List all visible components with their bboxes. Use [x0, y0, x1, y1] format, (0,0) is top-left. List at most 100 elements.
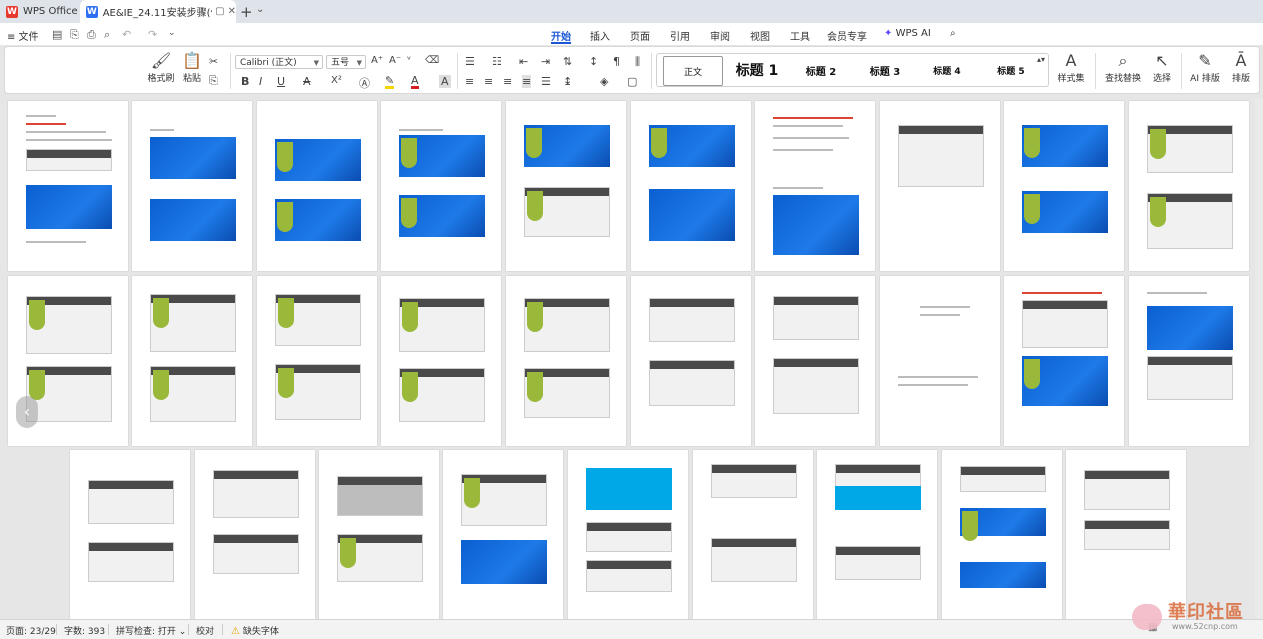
text-effects-icon[interactable]: ᵛ: [407, 55, 411, 66]
document-page[interactable]: [506, 101, 626, 271]
proofread-button[interactable]: 校对: [196, 624, 214, 637]
style-heading-3[interactable]: 标题 3: [857, 56, 913, 84]
find-replace-button[interactable]: ⌕ 查找替换: [1101, 51, 1145, 84]
document-page[interactable]: [506, 276, 626, 446]
copy-icon[interactable]: ⎘: [209, 74, 218, 88]
page-indicator[interactable]: 页面: 23/29: [6, 624, 56, 637]
sort-icon[interactable]: ↕: [589, 55, 598, 68]
document-page[interactable]: [755, 276, 875, 446]
document-page[interactable]: [1066, 450, 1186, 620]
align-right-icon[interactable]: ≡: [503, 75, 512, 88]
search-icon[interactable]: ⌕: [950, 28, 956, 39]
strikethrough-button[interactable]: A: [303, 75, 311, 88]
numbered-list-icon[interactable]: ☷: [492, 55, 502, 68]
document-page[interactable]: [1129, 276, 1249, 446]
chevron-left-icon[interactable]: ‹: [16, 396, 38, 428]
document-page[interactable]: [257, 276, 377, 446]
style-set-button[interactable]: A 样式集: [1051, 51, 1091, 84]
tab-references[interactable]: 引用: [670, 28, 690, 43]
document-page[interactable]: [755, 101, 875, 271]
italic-button[interactable]: I: [259, 75, 262, 88]
increase-indent-icon[interactable]: ⇥: [541, 55, 550, 68]
tab-home[interactable]: 开始: [551, 28, 571, 43]
document-page[interactable]: [8, 101, 128, 271]
add-tab-button[interactable]: +: [240, 3, 253, 21]
document-page[interactable]: [319, 450, 439, 620]
cut-icon[interactable]: ✂: [209, 55, 218, 68]
document-page[interactable]: [880, 276, 1000, 446]
document-page[interactable]: [195, 450, 315, 620]
tab-document[interactable]: W AE&IE_24.11安装步骤(供参考 ▢ ✕: [80, 0, 236, 23]
document-page[interactable]: [70, 450, 190, 620]
show-marks-icon[interactable]: ¶: [613, 55, 620, 68]
print-icon[interactable]: ⎙: [87, 28, 96, 42]
paste-button[interactable]: 📋 粘贴: [177, 51, 207, 84]
file-menu-button[interactable]: ≡ 文件: [7, 28, 39, 43]
document-page[interactable]: [631, 101, 751, 271]
borders-icon[interactable]: ▢: [627, 75, 637, 88]
grow-font-icon[interactable]: A⁺: [371, 55, 383, 66]
style-heading-1[interactable]: 标题 1: [729, 56, 785, 84]
tab-tools[interactable]: 工具: [790, 28, 810, 43]
vertical-scrollbar[interactable]: [1255, 98, 1263, 619]
document-page[interactable]: [880, 101, 1000, 271]
shrink-font-icon[interactable]: A⁻: [389, 55, 401, 66]
align-left-icon[interactable]: ≡: [465, 75, 474, 88]
style-heading-4[interactable]: 标题 4: [919, 56, 975, 84]
document-page[interactable]: [381, 101, 501, 271]
window-icon[interactable]: ▢: [215, 6, 224, 17]
font-name-select[interactable]: Calibri (正文) ▼: [235, 55, 323, 69]
char-shading-icon[interactable]: A: [439, 75, 451, 88]
tab-wps-ai[interactable]: ✦ WPS AI: [884, 28, 931, 39]
bullet-list-icon[interactable]: ☰: [465, 55, 475, 68]
document-page[interactable]: [132, 276, 252, 446]
tab-insert[interactable]: 插入: [590, 28, 610, 43]
text-outline-icon[interactable]: Ⓐ: [359, 75, 370, 91]
document-page[interactable]: [257, 101, 377, 271]
style-heading-5[interactable]: 标题 5: [983, 56, 1039, 84]
document-page[interactable]: [381, 276, 501, 446]
bold-button[interactable]: B: [241, 75, 249, 88]
document-pages-area[interactable]: ‹: [0, 98, 1263, 620]
export-pdf-icon[interactable]: ⎘: [70, 28, 79, 42]
select-button[interactable]: ↖ 选择: [1147, 51, 1177, 84]
font-size-select[interactable]: 五号 ▼: [326, 55, 366, 69]
document-page[interactable]: [443, 450, 563, 620]
missing-font-button[interactable]: ⚠ 缺失字体: [231, 624, 279, 637]
document-page[interactable]: [693, 450, 813, 620]
document-page[interactable]: [817, 450, 937, 620]
document-page[interactable]: [568, 450, 688, 620]
ai-layout-button[interactable]: ✎ AI 排版: [1187, 51, 1223, 84]
document-page[interactable]: [942, 450, 1062, 620]
document-page[interactable]: [1004, 276, 1124, 446]
tab-page[interactable]: 页面: [630, 28, 650, 43]
shading-icon[interactable]: ◈: [600, 75, 608, 88]
word-count[interactable]: 字数: 393: [64, 624, 105, 637]
style-heading-2[interactable]: 标题 2: [793, 56, 849, 84]
document-page[interactable]: [1004, 101, 1124, 271]
tab-member[interactable]: 会员专享: [827, 28, 867, 43]
save-icon[interactable]: ▤: [52, 28, 62, 41]
superscript-button[interactable]: X²: [331, 75, 342, 86]
columns-icon[interactable]: ⫼: [635, 55, 640, 69]
close-icon[interactable]: ✕: [228, 6, 236, 17]
spell-check-status[interactable]: 拼写检查: 打开 ⌄: [116, 624, 186, 637]
chevron-down-icon[interactable]: ⌄: [256, 4, 264, 15]
tab-wps-office[interactable]: W WPS Office: [0, 0, 78, 23]
font-color-icon[interactable]: A: [411, 75, 419, 89]
style-normal[interactable]: 正文: [663, 56, 723, 86]
document-page[interactable]: [631, 276, 751, 446]
justify-icon[interactable]: ≡: [522, 75, 532, 88]
document-page[interactable]: [1129, 101, 1249, 271]
print-preview-icon[interactable]: ⌕: [104, 28, 110, 42]
undo-icon[interactable]: ↶: [122, 28, 131, 41]
decrease-indent-icon[interactable]: ⇤: [519, 55, 528, 68]
redo-icon[interactable]: ↷: [148, 28, 157, 41]
styles-scroll-icon[interactable]: ▴▾: [1037, 55, 1045, 64]
chevron-down-icon[interactable]: ⌄: [168, 28, 176, 38]
tab-review[interactable]: 审阅: [710, 28, 730, 43]
clear-format-icon[interactable]: ⌫: [425, 55, 439, 66]
document-page[interactable]: [132, 101, 252, 271]
line-spacing-icon[interactable]: ↨: [563, 75, 572, 88]
text-direction-icon[interactable]: ⇅: [563, 55, 572, 68]
